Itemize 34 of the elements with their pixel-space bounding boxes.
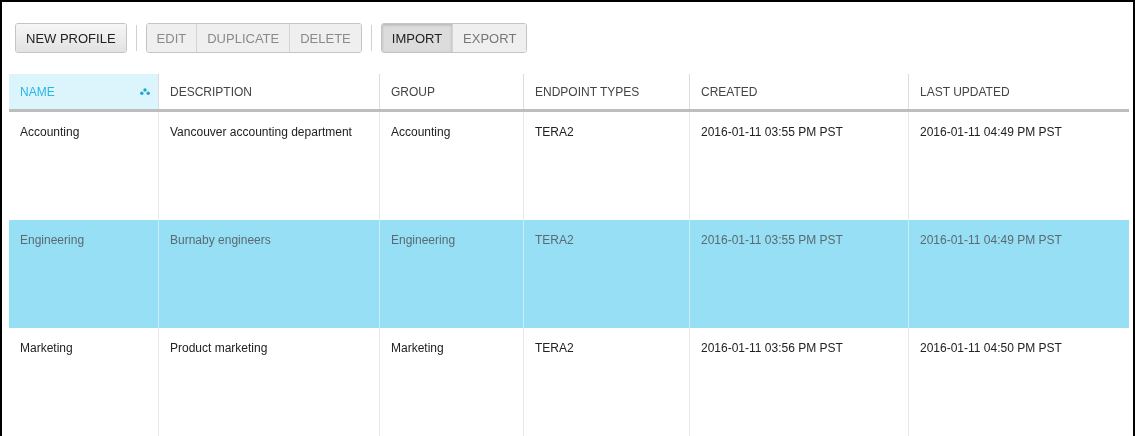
table-cell: Accounting (20, 125, 80, 139)
toolbar-button[interactable]: NEW PROFILE (16, 24, 126, 53)
table-row[interactable]: Engineering Burnaby engineers Engineering TERA2 2016-01-11 03:55 PM PST 2016-01-11 04:49 PM PST (9, 220, 1129, 328)
column-label: LAST UPDATED (920, 83, 1010, 101)
table-cell: 2016-01-11 04:49 PM PST (920, 233, 1062, 247)
table-cell: TERA2 (535, 341, 574, 355)
column-label: GROUP (391, 83, 435, 101)
table-cell: 2016-01-11 03:55 PM PST (701, 125, 843, 139)
table-cell: Marketing (20, 341, 73, 355)
table-cell: TERA2 (535, 233, 574, 247)
toolbar-button[interactable]: IMPORT (381, 24, 453, 53)
column-header[interactable]: CREATED (689, 74, 908, 109)
table-cell: 2016-01-11 03:55 PM PST (701, 233, 843, 247)
table-cell: Marketing (391, 341, 444, 355)
table-cell: 2016-01-11 04:50 PM PST (920, 341, 1062, 355)
table-cell: 2016-01-11 03:56 PM PST (701, 341, 843, 355)
table-cell: Engineering (391, 233, 456, 247)
sort-icon (140, 88, 150, 95)
table-cell: Accounting (391, 125, 451, 139)
table-cell: Product marketing (170, 341, 268, 355)
column-label: DESCRIPTION (170, 83, 252, 101)
column-header[interactable]: GROUP (379, 74, 523, 109)
column-header[interactable]: LAST UPDATED (908, 74, 1129, 109)
column-header[interactable]: ENDPOINT TYPES (523, 74, 689, 109)
column-label: CREATED (701, 83, 758, 101)
toolbar-button[interactable]: EXPORT (452, 24, 527, 53)
table-cell: Engineering (20, 233, 85, 247)
column-label: NAME (20, 83, 55, 101)
table-cell: 2016-01-11 04:49 PM PST (920, 125, 1062, 139)
table-cell: Vancouver accounting department (170, 125, 352, 139)
column-header[interactable]: DESCRIPTION (158, 74, 379, 109)
table-cell: TERA2 (535, 125, 574, 139)
column-label: ENDPOINT TYPES (535, 83, 640, 101)
table-cell: Burnaby engineers (170, 233, 271, 247)
